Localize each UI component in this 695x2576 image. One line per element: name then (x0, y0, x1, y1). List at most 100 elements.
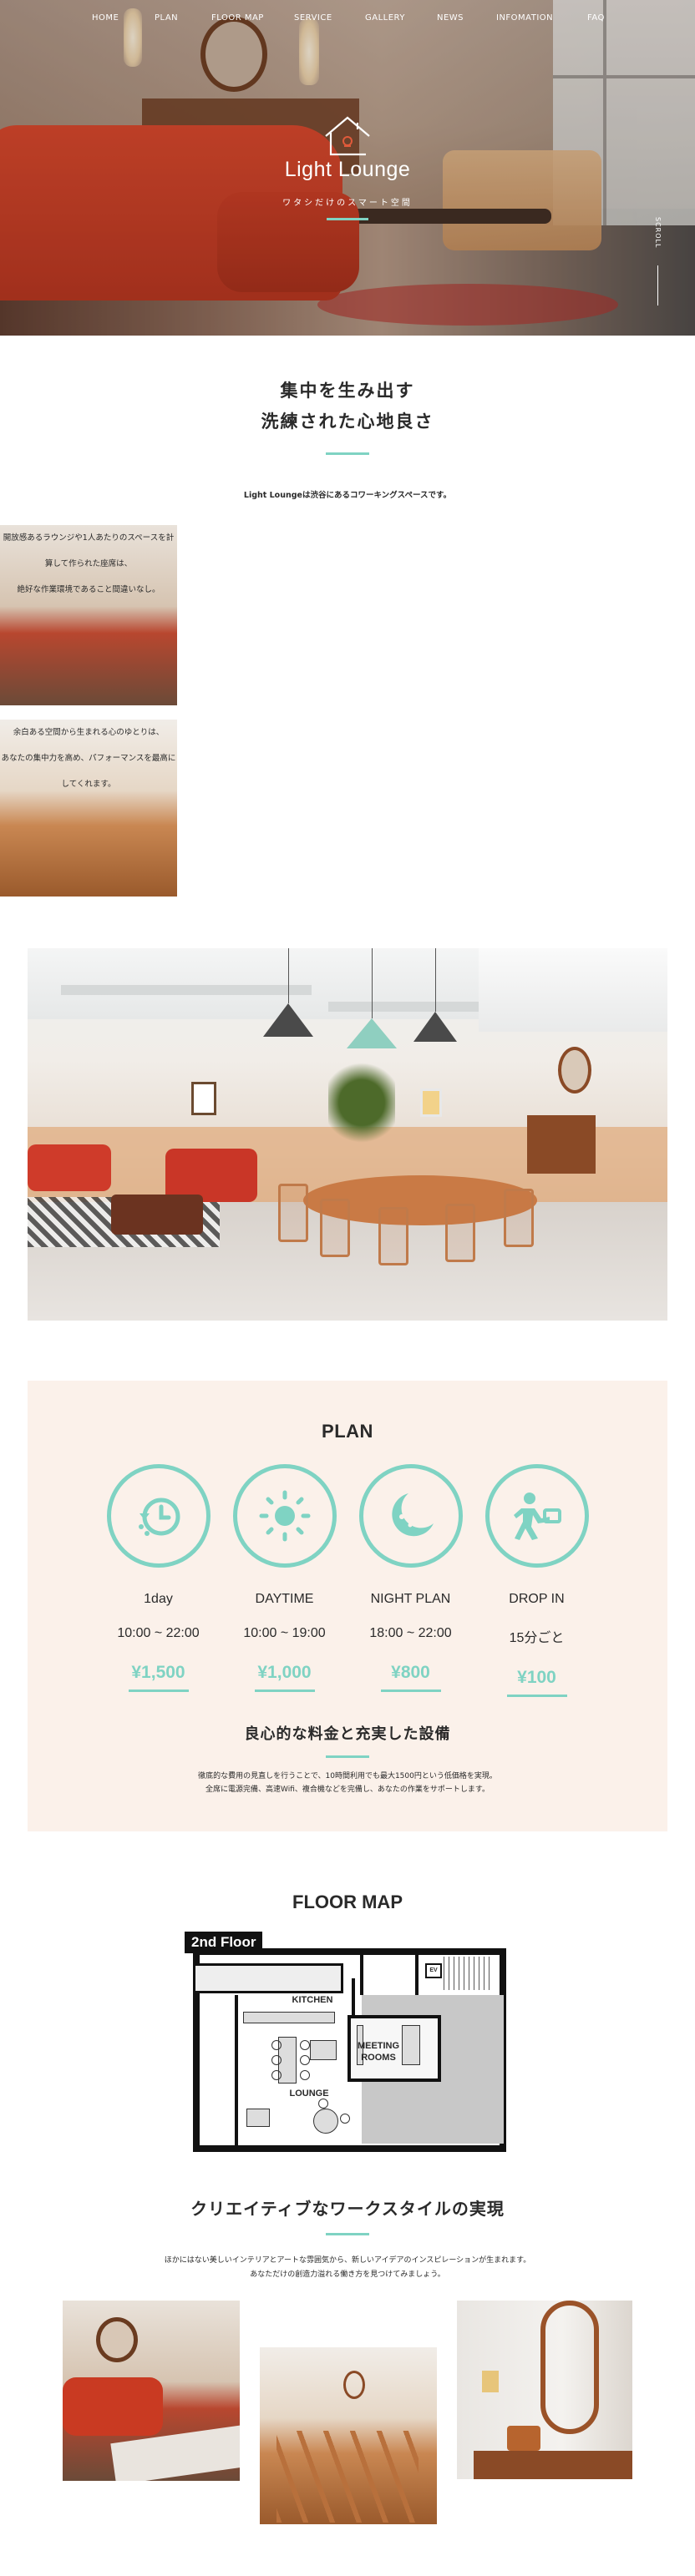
plan-subtitle: 良心的な料金と充実した設備 (244, 1725, 451, 1743)
scroll-indicator-line (657, 265, 658, 306)
plan-time: 18:00 ~ 22:00 (369, 1626, 452, 1640)
plan-icon-circle (358, 1464, 463, 1568)
floor-seat (271, 2070, 282, 2080)
photo-shelf (474, 2451, 632, 2479)
plan-price: ¥100 (517, 1668, 556, 1687)
photo-plant (328, 1057, 395, 1149)
intro-text: 開放感あるラウンジや1人あたりのスペースを計算して作られた座席は、 (3, 533, 175, 568)
floor-stairs (444, 1957, 494, 1990)
plan-name: NIGHT PLAN (370, 1592, 451, 1606)
nav-floor-map[interactable]: FLOOR MAP (211, 13, 264, 23)
kitchen-counter (243, 2012, 335, 2023)
plan-name: DROP IN (509, 1592, 565, 1606)
photo-chair (320, 1199, 350, 1257)
floor-seat (340, 2114, 350, 2124)
plan-card-1day[interactable]: 1day 10:00 ~ 22:00 ¥1,500 (106, 1464, 211, 1697)
nav-faq[interactable]: FAQ (587, 13, 605, 23)
lounge-label: LOUNGE (289, 2089, 329, 2099)
pendant-lamp-cord (372, 948, 373, 1018)
plan-icon-circle (106, 1464, 211, 1568)
nav-home[interactable]: HOME (92, 13, 119, 23)
gallery-photo[interactable] (63, 2301, 240, 2481)
plan-card-dropin[interactable]: DROP IN 15分ごと ¥100 (484, 1464, 589, 1697)
photo-duct (61, 985, 312, 995)
moon-icon (391, 1493, 434, 1537)
floor-seat (300, 2040, 310, 2050)
intro-text: 余白ある空間から生まれる心のゆとりは、 (13, 728, 165, 737)
nav-infomation[interactable]: INFOMATION (496, 13, 553, 23)
floor-wall (235, 1995, 238, 2145)
floor-wall (415, 1955, 419, 1995)
plan-price: ¥1,000 (257, 1663, 312, 1682)
plan-name: 1day (144, 1592, 173, 1606)
photo-artwork (420, 1088, 442, 1117)
floormap-section: FLOOR MAP 2nd Floor KITCHEN LOUNGE MEETI… (0, 1892, 695, 2154)
floor-map[interactable]: 2nd Floor KITCHEN LOUNGE MEETING ROOMS E… (185, 1932, 510, 2154)
plan-title: PLAN (322, 1421, 373, 1442)
photo-mirror (558, 1047, 591, 1094)
intro-text: あなたの集中力を高め、パフォーマンスを最高にしてくれます。 (1, 754, 176, 789)
plan-price: ¥800 (391, 1663, 430, 1682)
photo-artwork (482, 2371, 499, 2392)
lounge-table (310, 2040, 337, 2060)
intro-text: 絶好な作業環境であること間違いなし。 (17, 585, 160, 594)
photo-mirror (540, 2301, 599, 2434)
kitchen-label: KITCHEN (292, 1995, 333, 2005)
brand-tagline: ワタシだけのスマート空間 (282, 199, 413, 208)
creative-section: クリエイティブなワークスタイルの実現 ほかにはない美しいインテリアとアートな雰囲… (0, 2195, 695, 2576)
nav-plan[interactable]: PLAN (155, 13, 178, 23)
photo-ottoman (111, 1195, 203, 1235)
house-logo-icon (325, 116, 370, 156)
pendant-lamp-cord (288, 948, 289, 1003)
creative-title: クリエイティブなワークスタイルの実現 (190, 2199, 505, 2219)
photo-mirror (343, 2371, 365, 2399)
meeting-rooms-label: MEETING ROOMS (352, 2040, 405, 2063)
floor-seat (271, 2055, 282, 2065)
nav-gallery[interactable]: GALLERY (365, 13, 405, 23)
plan-grid: 1day 10:00 ~ 22:00 ¥1,500 DAYTIME 10:00 … (28, 1464, 667, 1697)
plan-time: 10:00 ~ 22:00 (117, 1626, 200, 1640)
lounge-table (246, 2109, 270, 2127)
price-underline (128, 1690, 189, 1692)
intro-section: 集中を生み出す 洗練された心地良さ Light Loungeは渋谷にあるコワーキ… (0, 336, 695, 1321)
meeting-label-line: MEETING (357, 2041, 400, 2051)
pendant-lamp (347, 1018, 397, 1048)
nav-news[interactable]: NEWS (437, 13, 464, 23)
gallery (28, 2301, 667, 2576)
intro-title-line2: 洗練された心地良さ (261, 412, 434, 432)
plan-desc: 全席に電源完備、高速Wifi、複合機などを完備し、あなたの作業をサポートします。 (205, 1786, 490, 1794)
creative-desc: あなただけの創造力溢れる働き方を見つけてみましょう。 (250, 2270, 445, 2279)
hero: HOME PLAN FLOOR MAP SERVICE GALLERY NEWS… (0, 0, 695, 336)
photo-chairs (276, 2431, 419, 2523)
gallery-photo[interactable] (260, 2347, 437, 2524)
accent-underline (326, 1755, 369, 1758)
brand-logo[interactable]: Light Lounge ワタシだけのスマート空間 (0, 113, 695, 220)
intro-title-line1: 集中を生み出す (280, 381, 415, 401)
pendant-lamp-cord (435, 948, 436, 1012)
plan-time: 10:00 ~ 19:00 (243, 1626, 326, 1640)
plan-icon-circle (232, 1464, 337, 1568)
intro-title: 集中を生み出す 洗練された心地良さ (0, 376, 695, 437)
floor-seat (300, 2055, 310, 2065)
clock-icon (138, 1498, 180, 1536)
plan-card-night[interactable]: NIGHT PLAN 18:00 ~ 22:00 ¥800 (358, 1464, 463, 1697)
nav-service[interactable]: SERVICE (294, 13, 332, 23)
photo-object (507, 2426, 540, 2451)
floor-corridor (193, 1963, 343, 1993)
photo-cabinet (527, 1115, 596, 1174)
scroll-indicator-label[interactable]: SCROLL (654, 217, 662, 248)
intro-lead: Light Loungeは渋谷にあるコワーキングスペースです。 (243, 491, 452, 500)
plan-icon-circle (484, 1464, 589, 1568)
photo-chair (445, 1204, 475, 1262)
floor-wall (360, 1955, 363, 1995)
plan-desc: 徹底的な費用の見直しを行うことで、10時間利用でも最大1500円という低価格を実… (198, 1772, 497, 1780)
brand-name: Light Lounge (284, 158, 411, 181)
photo-beam (479, 948, 667, 1032)
pendant-lamp (413, 1012, 457, 1042)
plan-price: ¥1,500 (131, 1663, 185, 1682)
plan-card-daytime[interactable]: DAYTIME 10:00 ~ 19:00 ¥1,000 (232, 1464, 337, 1697)
elevator-label: EV (425, 1963, 442, 1978)
accent-underline (327, 218, 368, 220)
gallery-photo[interactable] (457, 2301, 632, 2479)
accent-underline (326, 2233, 369, 2235)
